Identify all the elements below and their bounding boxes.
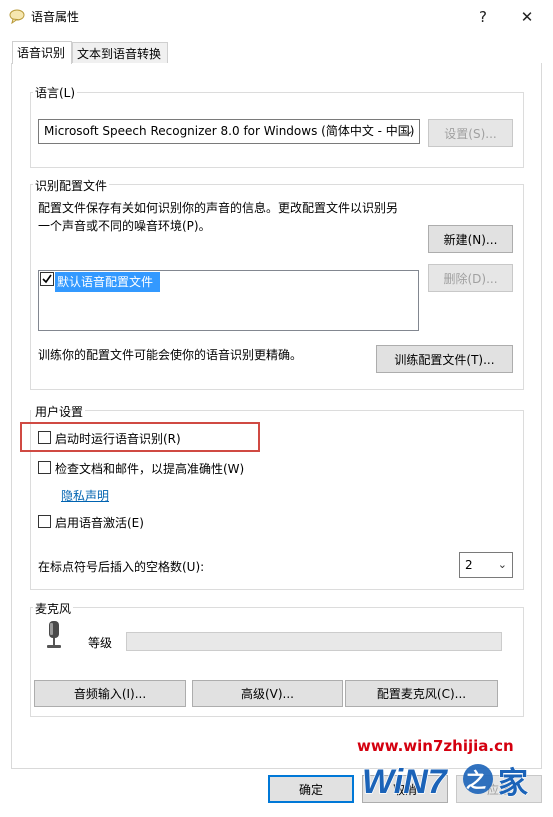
- training-hint: 训练你的配置文件可能会使你的语音识别更精确。: [38, 348, 303, 362]
- tab-text-to-speech[interactable]: 文本到语音转换: [72, 42, 168, 64]
- mic-level-meter: [126, 632, 502, 651]
- new-profile-button[interactable]: 新建(N)...: [428, 225, 513, 253]
- run-at-startup-checkbox[interactable]: [38, 431, 51, 444]
- run-at-startup-label[interactable]: 启动时运行语音识别(R): [55, 430, 181, 447]
- watermark-url: www.win7zhijia.cn: [357, 737, 514, 755]
- profiles-description-line1: 配置文件保存有关如何识别你的声音的信息。更改配置文件以识别另: [38, 201, 399, 215]
- spaces-select[interactable]: 2 ⌄: [459, 552, 513, 578]
- settings-button[interactable]: 设置(S)...: [428, 119, 513, 147]
- audio-input-button[interactable]: 音频输入(I)...: [34, 680, 186, 707]
- language-select-value: Microsoft Speech Recognizer 8.0 for Wind…: [44, 124, 415, 138]
- configure-microphone-button[interactable]: 配置麦克风(C)...: [345, 680, 498, 707]
- speech-properties-icon: [9, 8, 25, 25]
- train-profile-button[interactable]: 训练配置文件(T)...: [376, 345, 513, 373]
- voice-activation-label[interactable]: 启用语音激活(E): [55, 514, 144, 531]
- window-title: 语音属性: [31, 10, 80, 24]
- svg-text:WiN7: WiN7: [362, 763, 449, 801]
- user-settings-group-top-line: [85, 410, 524, 411]
- delete-profile-button[interactable]: 删除(D)...: [428, 264, 513, 292]
- review-docs-checkbox[interactable]: [38, 461, 51, 474]
- close-icon: ✕: [520, 8, 534, 26]
- checkmark-icon: [42, 274, 52, 284]
- review-docs-label[interactable]: 检查文档和邮件，以提高准确性(W): [55, 460, 244, 477]
- chevron-down-icon: ⌄: [497, 558, 507, 571]
- microphone-group-label: 麦克风: [33, 600, 74, 617]
- advanced-button[interactable]: 高级(V)...: [192, 680, 343, 707]
- tab-speech-recognition[interactable]: 语音识别: [12, 41, 72, 64]
- svg-text:家: 家: [498, 766, 528, 801]
- watermark-logo: WiN7 之 家: [360, 755, 535, 805]
- language-group-label: 语言(L): [33, 84, 78, 101]
- profiles-group-label: 识别配置文件: [33, 177, 110, 194]
- profiles-description-line2: 一个声音或不同的噪音环境(P)。: [38, 219, 211, 233]
- spaces-select-value: 2: [465, 558, 473, 572]
- privacy-statement-link[interactable]: 隐私声明: [61, 487, 109, 504]
- chevron-down-icon: ⌄: [404, 124, 414, 137]
- help-button[interactable]: ?: [468, 4, 498, 30]
- voice-activation-checkbox[interactable]: [38, 515, 51, 528]
- profile-checkbox[interactable]: [40, 272, 54, 286]
- ok-button[interactable]: 确定: [268, 775, 354, 803]
- svg-text:之: 之: [466, 768, 486, 792]
- spaces-label: 在标点符号后插入的空格数(U):: [38, 560, 205, 574]
- language-select[interactable]: Microsoft Speech Recognizer 8.0 for Wind…: [38, 119, 420, 144]
- profile-item-default[interactable]: 默认语音配置文件: [55, 272, 160, 292]
- close-button[interactable]: ✕: [512, 4, 542, 30]
- microphone-icon: [44, 620, 64, 652]
- level-label: 等级: [88, 636, 113, 650]
